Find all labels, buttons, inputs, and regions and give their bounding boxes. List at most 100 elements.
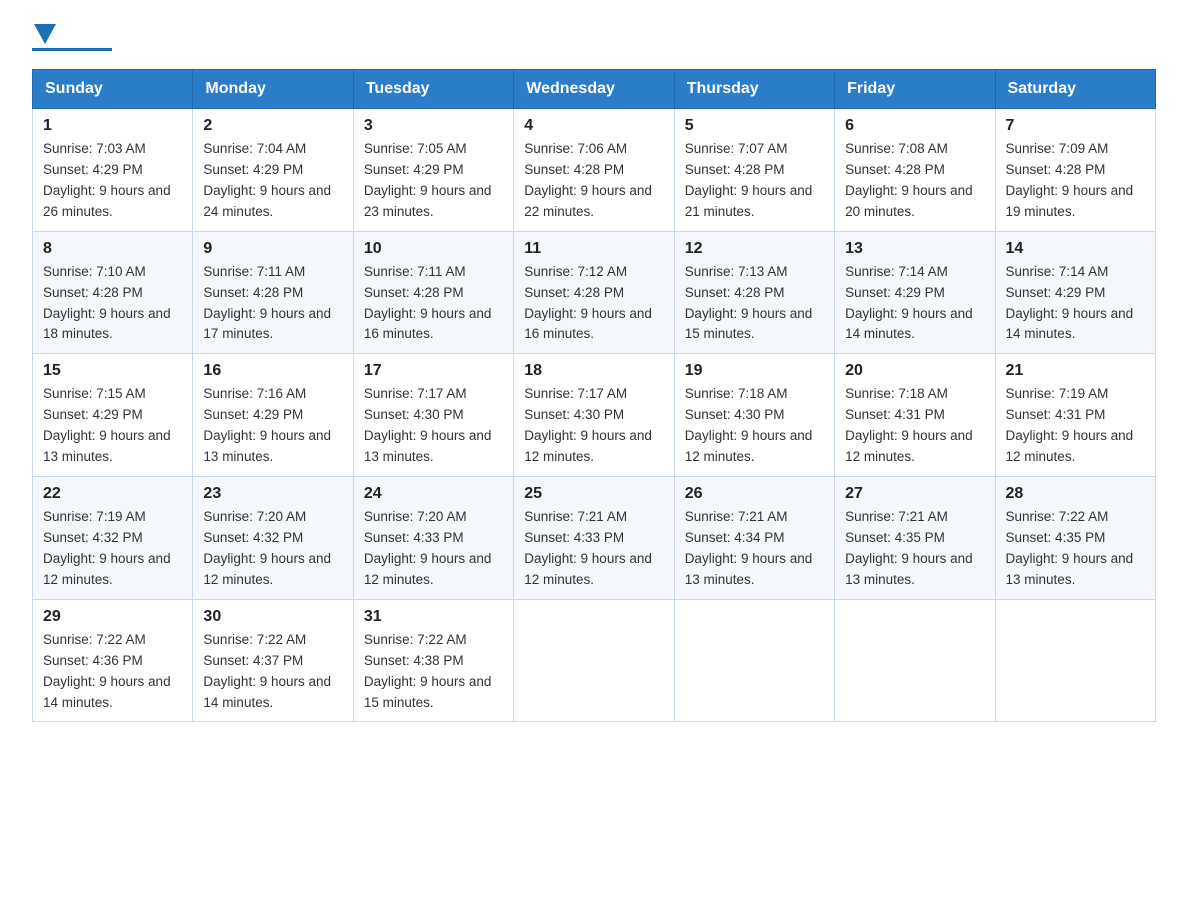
daylight-label: Daylight: 9 hours and 12 minutes.: [524, 551, 652, 587]
sunrise-label: Sunrise: 7:17 AM: [524, 386, 627, 401]
day-info: Sunrise: 7:08 AMSunset: 4:28 PMDaylight:…: [845, 139, 984, 223]
week-row-1: 1 Sunrise: 7:03 AMSunset: 4:29 PMDaylight…: [33, 109, 1156, 232]
sunrise-label: Sunrise: 7:21 AM: [845, 509, 948, 524]
sunrise-label: Sunrise: 7:18 AM: [685, 386, 788, 401]
day-info: Sunrise: 7:11 AMSunset: 4:28 PMDaylight:…: [203, 262, 342, 346]
day-number: 25: [524, 485, 663, 503]
day-info: Sunrise: 7:17 AMSunset: 4:30 PMDaylight:…: [524, 384, 663, 468]
sunrise-label: Sunrise: 7:09 AM: [1006, 141, 1109, 156]
calendar-cell: 20Sunrise: 7:18 AMSunset: 4:31 PMDayligh…: [835, 354, 995, 477]
calendar-cell: 1 Sunrise: 7:03 AMSunset: 4:29 PMDaylight…: [33, 109, 193, 232]
day-info: Sunrise: 7:03 AMSunset: 4:29 PMDaylight:…: [43, 139, 182, 223]
sunrise-label: Sunrise: 7:15 AM: [43, 386, 146, 401]
daylight-label: Daylight: 9 hours and 13 minutes.: [1006, 551, 1134, 587]
day-number: 5: [685, 117, 824, 135]
day-info: Sunrise: 7:20 AMSunset: 4:32 PMDaylight:…: [203, 507, 342, 591]
sunrise-label: Sunrise: 7:19 AM: [43, 509, 146, 524]
day-info: Sunrise: 7:05 AMSunset: 4:29 PMDaylight:…: [364, 139, 503, 223]
day-number: 1: [43, 117, 182, 135]
sunset-label: Sunset: 4:30 PM: [524, 407, 624, 422]
day-number: 4: [524, 117, 663, 135]
daylight-label: Daylight: 9 hours and 16 minutes.: [364, 306, 492, 342]
daylight-label: Daylight: 9 hours and 14 minutes.: [43, 674, 171, 710]
calendar-cell: 2Sunrise: 7:04 AMSunset: 4:29 PMDaylight…: [193, 109, 353, 232]
weekday-header-monday: Monday: [193, 70, 353, 109]
sunset-label: Sunset: 4:31 PM: [845, 407, 945, 422]
day-number: 28: [1006, 485, 1145, 503]
week-row-4: 22Sunrise: 7:19 AMSunset: 4:32 PMDayligh…: [33, 477, 1156, 600]
day-info: Sunrise: 7:13 AMSunset: 4:28 PMDaylight:…: [685, 262, 824, 346]
day-number: 30: [203, 608, 342, 626]
sunset-label: Sunset: 4:29 PM: [203, 407, 303, 422]
sunset-label: Sunset: 4:29 PM: [43, 162, 143, 177]
day-info: Sunrise: 7:09 AMSunset: 4:28 PMDaylight:…: [1006, 139, 1145, 223]
sunset-label: Sunset: 4:30 PM: [685, 407, 785, 422]
daylight-label: Daylight: 9 hours and 12 minutes.: [364, 551, 492, 587]
day-info: Sunrise: 7:10 AMSunset: 4:28 PMDaylight:…: [43, 262, 182, 346]
sunrise-label: Sunrise: 7:13 AM: [685, 264, 788, 279]
weekday-header-thursday: Thursday: [674, 70, 834, 109]
calendar-cell: 25 Sunrise: 7:21 AMSunset: 4:33 PMDayligh…: [514, 477, 674, 600]
logo: [32, 24, 112, 51]
sunrise-label: Sunrise: 7:22 AM: [43, 632, 146, 647]
calendar-cell: 22Sunrise: 7:19 AMSunset: 4:32 PMDayligh…: [33, 477, 193, 600]
daylight-label: Daylight: 9 hours and 12 minutes.: [1006, 428, 1134, 464]
day-number: 21: [1006, 362, 1145, 380]
sunrise-label: Sunrise: 7:20 AM: [364, 509, 467, 524]
sunset-label: Sunset: 4:31 PM: [1006, 407, 1106, 422]
calendar-cell: 11Sunrise: 7:12 AMSunset: 4:28 PMDayligh…: [514, 231, 674, 354]
sunset-label: Sunset: 4:28 PM: [524, 285, 624, 300]
calendar-cell: 4Sunrise: 7:06 AMSunset: 4:28 PMDaylight…: [514, 109, 674, 232]
logo-triangle-icon: [34, 24, 56, 44]
calendar-cell: 19Sunrise: 7:18 AMSunset: 4:30 PMDayligh…: [674, 354, 834, 477]
daylight-label: Daylight: 9 hours and 14 minutes.: [845, 306, 973, 342]
sunrise-label: Sunrise: 7:22 AM: [203, 632, 306, 647]
sunrise-label: Sunrise: 7:18 AM: [845, 386, 948, 401]
sunset-label: Sunset: 4:28 PM: [845, 162, 945, 177]
sunset-label: Sunset: 4:33 PM: [364, 530, 464, 545]
calendar-cell: 8 Sunrise: 7:10 AMSunset: 4:28 PMDaylight…: [33, 231, 193, 354]
page-header: [32, 24, 1156, 51]
calendar-cell: 31Sunrise: 7:22 AMSunset: 4:38 PMDayligh…: [353, 599, 513, 722]
day-info: Sunrise: 7:07 AMSunset: 4:28 PMDaylight:…: [685, 139, 824, 223]
sunset-label: Sunset: 4:28 PM: [1006, 162, 1106, 177]
calendar-header: SundayMondayTuesdayWednesdayThursdayFrid…: [33, 70, 1156, 109]
sunrise-label: Sunrise: 7:08 AM: [845, 141, 948, 156]
sunrise-label: Sunrise: 7:12 AM: [524, 264, 627, 279]
sunset-label: Sunset: 4:28 PM: [203, 285, 303, 300]
sunset-label: Sunset: 4:28 PM: [364, 285, 464, 300]
sunrise-label: Sunrise: 7:22 AM: [1006, 509, 1109, 524]
day-number: 26: [685, 485, 824, 503]
daylight-label: Daylight: 9 hours and 14 minutes.: [1006, 306, 1134, 342]
sunrise-label: Sunrise: 7:14 AM: [1006, 264, 1109, 279]
sunrise-label: Sunrise: 7:16 AM: [203, 386, 306, 401]
sunset-label: Sunset: 4:29 PM: [845, 285, 945, 300]
week-row-5: 29Sunrise: 7:22 AMSunset: 4:36 PMDayligh…: [33, 599, 1156, 722]
day-info: Sunrise: 7:19 AM Sunset: 4:31 PM Daylight:…: [1006, 384, 1145, 468]
sunset-label: Sunset: 4:28 PM: [43, 285, 143, 300]
day-number: 3: [364, 117, 503, 135]
daylight-label: Daylight: 9 hours and 22 minutes.: [524, 183, 652, 219]
sunrise-label: Sunrise: 7:14 AM: [845, 264, 948, 279]
day-number: 11: [524, 240, 663, 258]
weekday-header-saturday: Saturday: [995, 70, 1155, 109]
calendar-cell: 3 Sunrise: 7:05 AMSunset: 4:29 PMDaylight…: [353, 109, 513, 232]
day-number: 23: [203, 485, 342, 503]
day-number: 29: [43, 608, 182, 626]
day-number: 24: [364, 485, 503, 503]
sunrise-label: Sunrise: 7:17 AM: [364, 386, 467, 401]
sunset-label: Sunset: 4:37 PM: [203, 653, 303, 668]
day-info: Sunrise: 7:17 AMSunset: 4:30 PMDaylight:…: [364, 384, 503, 468]
sunset-label: Sunset: 4:28 PM: [524, 162, 624, 177]
sunrise-label: Sunrise: 7:19 AM: [1006, 386, 1109, 401]
day-info: Sunrise: 7:21 AMSunset: 4:34 PMDaylight:…: [685, 507, 824, 591]
calendar-cell: 26 Sunrise: 7:21 AMSunset: 4:34 PMDayligh…: [674, 477, 834, 600]
calendar-cell: 30Sunrise: 7:22 AMSunset: 4:37 PMDayligh…: [193, 599, 353, 722]
sunset-label: Sunset: 4:29 PM: [364, 162, 464, 177]
calendar-body: 1 Sunrise: 7:03 AMSunset: 4:29 PMDaylight…: [33, 109, 1156, 722]
day-number: 8: [43, 240, 182, 258]
day-info: Sunrise: 7:21 AMSunset: 4:33 PMDaylight:…: [524, 507, 663, 591]
calendar-cell: 9Sunrise: 7:11 AMSunset: 4:28 PMDaylight…: [193, 231, 353, 354]
day-info: Sunrise: 7:04 AMSunset: 4:29 PMDaylight:…: [203, 139, 342, 223]
weekday-header-row: SundayMondayTuesdayWednesdayThursdayFrid…: [33, 70, 1156, 109]
